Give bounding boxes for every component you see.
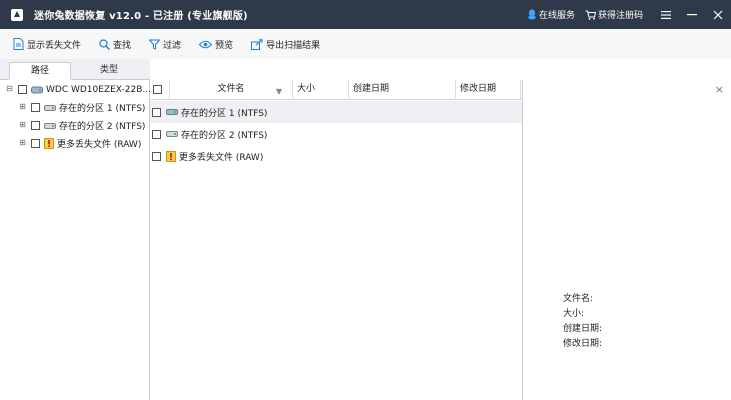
online-service-link[interactable]: 在线服务 — [527, 8, 575, 21]
toolbar: 显示丢失文件 查找 过滤 预览 导出扫描结果 — [0, 29, 731, 59]
document-icon — [13, 38, 24, 50]
tree-item-lost-files[interactable]: ⊞ 更多丢失文件 (RAW) — [18, 135, 141, 152]
qq-icon — [528, 9, 536, 20]
tree-checkbox[interactable] — [18, 85, 27, 94]
lost-folder-icon — [44, 138, 54, 149]
filter-icon — [149, 39, 161, 50]
side-tabs: 路径 类型 — [0, 59, 150, 80]
tree-item-partition-2[interactable]: ⊞ 存在的分区 2 (NTFS) — [18, 117, 145, 134]
tree-item-disk[interactable]: ⊟ WDC WD10EZEX-22B... — [5, 81, 151, 98]
partition-icon — [44, 122, 56, 130]
preview-modified-label: 修改日期: — [563, 339, 603, 349]
find-button[interactable]: 查找 — [99, 38, 131, 51]
preview-file-name-label: 文件名: — [563, 294, 594, 304]
partition-icon — [166, 130, 178, 138]
column-header-created[interactable]: 创建日期 — [349, 80, 456, 100]
menu-button[interactable] — [653, 0, 679, 29]
minimize-button[interactable] — [679, 0, 705, 29]
row-name: 存在的分区 2 (NTFS) — [181, 130, 268, 141]
tree-item-label: 存在的分区 1 (NTFS) — [59, 104, 146, 114]
preview-size-label: 大小: — [563, 309, 585, 319]
minimize-icon — [687, 13, 697, 15]
preview-close-button[interactable]: × — [715, 83, 724, 96]
app-title: 迷你兔数据恢复 v12.0 - 已注册 (专业旗舰版) — [34, 11, 248, 22]
column-header-size[interactable]: 大小 — [293, 80, 349, 100]
select-all-checkbox[interactable] — [153, 85, 162, 94]
tree-checkbox[interactable] — [31, 139, 40, 148]
table-row[interactable]: 存在的分区 1 (NTFS) — [150, 101, 522, 123]
app-logo-icon — [9, 7, 25, 23]
row-checkbox[interactable] — [152, 107, 161, 117]
online-service-label: 在线服务 — [538, 11, 575, 21]
title-bar: 迷你兔数据恢复 v12.0 - 已注册 (专业旗舰版) 在线服务 获得注册码 — [0, 0, 731, 29]
header-select-all[interactable] — [150, 80, 170, 100]
get-code-label: 获得注册码 — [597, 11, 643, 21]
sort-down-icon: ▼ — [275, 87, 282, 96]
row-checkbox[interactable] — [152, 129, 161, 139]
row-name: 更多丢失文件 (RAW) — [179, 152, 264, 163]
collapse-icon[interactable]: ⊟ — [5, 85, 14, 94]
partition-icon — [166, 108, 178, 116]
tree-item-label: WDC WD10EZEX-22B... — [46, 84, 151, 95]
show-lost-files-button[interactable]: 显示丢失文件 — [13, 38, 81, 51]
tab-path[interactable]: 路径 — [9, 62, 71, 80]
table-row[interactable]: 更多丢失文件 (RAW) — [150, 145, 522, 167]
expand-icon[interactable]: ⊞ — [18, 139, 27, 148]
lost-folder-icon — [166, 150, 176, 162]
table-row[interactable]: 存在的分区 2 (NTFS) — [150, 123, 522, 145]
cart-icon — [585, 10, 596, 20]
preview-button[interactable]: 预览 — [199, 38, 233, 51]
column-header-modified[interactable]: 修改日期 — [456, 80, 521, 100]
partition-icon — [44, 104, 56, 112]
search-icon — [99, 38, 111, 50]
table-header: 文件名 ▼ 大小 创建日期 修改日期 — [150, 80, 522, 100]
export-results-button[interactable]: 导出扫描结果 — [251, 38, 320, 51]
tab-type[interactable]: 类型 — [78, 62, 140, 80]
export-icon — [251, 38, 263, 50]
tree-checkbox[interactable] — [31, 121, 40, 130]
eye-icon — [199, 40, 213, 48]
preview-created-label: 创建日期: — [563, 324, 603, 334]
close-button[interactable] — [705, 0, 731, 29]
tree-item-label: 更多丢失文件 (RAW) — [57, 140, 142, 150]
row-checkbox[interactable] — [152, 151, 161, 161]
column-header-name[interactable]: 文件名 ▼ — [170, 80, 293, 100]
file-table: 文件名 ▼ 大小 创建日期 修改日期 存在的分区 1 (NTFS) 存在的分区 … — [150, 80, 522, 400]
preview-panel: × 文件名: 大小: 创建日期: 修改日期: — [522, 80, 731, 400]
tree-item-partition-1[interactable]: ⊞ 存在的分区 1 (NTFS) — [18, 99, 145, 116]
close-icon — [713, 10, 723, 19]
tree-item-label: 存在的分区 2 (NTFS) — [59, 122, 146, 132]
row-name: 存在的分区 1 (NTFS) — [181, 108, 268, 119]
tree-checkbox[interactable] — [31, 103, 40, 112]
expand-icon[interactable]: ⊞ — [18, 121, 27, 130]
get-registration-code-link[interactable]: 获得注册码 — [585, 8, 643, 21]
menu-icon — [661, 10, 671, 19]
hard-disk-icon — [31, 86, 43, 94]
filter-button[interactable]: 过滤 — [149, 38, 181, 51]
folder-tree: ⊟ WDC WD10EZEX-22B... ⊞ 存在的分区 1 (NTFS) ⊞… — [0, 80, 151, 400]
expand-icon[interactable]: ⊞ — [18, 103, 27, 112]
